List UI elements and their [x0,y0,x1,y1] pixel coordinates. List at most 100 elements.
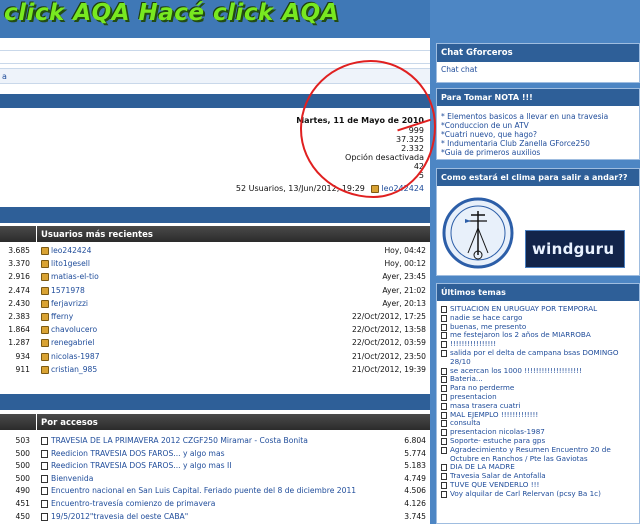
topic-icon [441,411,447,419]
chat-box: Chat Gforceros Chat chat [436,43,640,83]
topic-views: 5.774 [404,448,426,458]
topic-count: 450 [15,511,31,521]
recent-user-time: Ayer, 21:02 [382,285,426,295]
nota-link[interactable]: * Indumentaria Club Zanella GForce250 [441,139,635,148]
topic-row[interactable]: Encuentro-travesía comienzo de primavera [41,499,215,508]
user-post-count: 2.916 [8,272,30,282]
topic-row[interactable]: 19/5/2012"travesia del oeste CABA" [41,512,188,521]
user-icon [41,326,49,335]
accesos-panel: Por accesos 503 TRAVESIA DE LA PRIMAVERA … [0,414,430,524]
chat-title: Chat Gforceros [437,44,639,62]
recent-user-row[interactable]: nicolas-1987 [41,352,100,361]
tema-item[interactable]: Voy alquilar de Carl Relervan (pcsy Ba 1… [441,489,635,499]
recent-user-row[interactable]: renegabriel [41,338,94,348]
banner-text: click AQA Hacé click AQA [4,0,339,26]
recent-user-row[interactable]: leo242424 [41,246,91,255]
nota-link[interactable]: * Elementos basicos a llevar en una trav… [441,112,635,121]
topic-count: 490 [15,486,31,496]
recent-user-row[interactable]: cristian_985 [41,365,97,374]
chat-link[interactable]: Chat chat [441,65,477,74]
nota-link[interactable]: *Guia de primeros auxilios [441,148,635,157]
recent-user-link[interactable]: fferny [51,312,73,321]
recent-user-time: 21/Oct/2012, 19:39 [352,364,426,374]
nota-link[interactable]: *Cuatri nuevo, que hago? [441,130,635,139]
breadcrumb-text[interactable]: a [2,72,7,81]
recent-user-link[interactable]: renegabriel [51,338,94,347]
recent-user-link[interactable]: ferjavrizzi [51,299,88,308]
topic-icon [441,420,447,428]
recent-user-row[interactable]: ferjavrizzi [41,299,88,308]
weather-station-image[interactable] [441,193,515,271]
recent-user-row[interactable]: fferny [41,312,73,321]
topic-count: 451 [15,499,31,508]
site-banner: click AQA Hacé click AQA [0,0,430,38]
user-icon [41,260,49,269]
recent-user-row[interactable]: chavolucero [41,325,97,335]
recent-user-time: Ayer, 23:45 [382,272,426,282]
recent-user-row[interactable]: 1571978 [41,286,85,295]
tema-item[interactable]: salida por el delta de campana bsas DOMI… [441,348,635,367]
ultimos-temas-box: Últimos temas SITUACION EN URUGUAY POR T… [436,283,640,524]
topic-views: 3.745 [404,511,426,521]
windguru-banner[interactable]: windguru [525,230,625,268]
topic-icon [441,385,447,393]
accesos-heading: Por accesos [37,414,430,430]
recent-user-time: Ayer, 20:13 [382,298,426,308]
topic-icon [41,474,48,483]
section-bar-users [0,207,430,223]
nota-box: Para Tomar NOTA !!! * Elementos basicos … [436,88,640,160]
user-post-count: 934 [15,351,31,361]
tema-item[interactable]: Agradecimiento y Resumen Encuentro 20 de… [441,445,635,464]
topic-views: 5.183 [404,461,426,471]
topic-row[interactable]: Reedicion TRAVESIA DOS FAROS... y algo m… [41,461,231,471]
recent-user-link[interactable]: chavolucero [51,325,97,334]
recent-user-time: 22/Oct/2012, 03:59 [352,338,426,348]
topic-link[interactable]: Reedicion TRAVESIA DOS FAROS... y algo m… [51,449,225,458]
recent-user-link[interactable]: lito1gesell [51,259,90,268]
user-icon [41,365,49,374]
topic-icon [41,487,48,496]
user-icon [41,286,49,295]
recent-user-link[interactable]: leo242424 [51,246,91,255]
topic-icon [441,306,447,313]
topic-icon [441,393,447,401]
user-icon [41,247,49,255]
topic-icon [41,500,48,508]
topic-row[interactable]: Bienvenida [41,474,93,483]
topic-views: 4.506 [404,486,426,496]
user-post-count: 3.370 [8,259,30,269]
topic-count: 500 [15,473,31,483]
topic-icon [41,437,48,445]
recent-user-row[interactable]: lito1gesell [41,259,90,269]
recent-user-link[interactable]: cristian_985 [51,365,97,374]
topic-icon [441,446,447,454]
topic-count: 500 [15,448,31,458]
topic-link[interactable]: Bienvenida [51,474,93,483]
user-icon [41,273,49,282]
topic-link[interactable]: Encuentro nacional en San Luis Capital. … [51,486,356,495]
topic-row[interactable]: Reedicion TRAVESIA DOS FAROS... y algo m… [41,449,225,458]
topic-link[interactable]: Reedicion TRAVESIA DOS FAROS... y algo m… [51,461,231,470]
user-icon [41,299,49,308]
topic-row[interactable]: TRAVESIA DE LA PRIMAVERA 2012 CZGF250 Mi… [41,436,308,445]
recent-user-link[interactable]: matias-el-tio [51,272,99,281]
recent-user-row[interactable]: matias-el-tio [41,272,99,282]
topic-views: 4.126 [404,499,426,508]
topic-icon [441,437,447,445]
topic-row[interactable]: Encuentro nacional en San Luis Capital. … [41,486,356,496]
topic-link[interactable]: TRAVESIA DE LA PRIMAVERA 2012 CZGF250 Mi… [51,436,308,445]
tema-link[interactable]: Voy alquilar de Carl Relervan (pcsy Ba 1… [450,489,601,499]
user-post-count: 2.474 [8,285,30,295]
recent-left-head [0,226,36,242]
recent-user-link[interactable]: 1571978 [51,286,85,295]
topic-link[interactable]: Encuentro-travesía comienzo de primavera [51,499,215,508]
user-icon [41,313,49,321]
tema-link[interactable]: salida por el delta de campana bsas DOMI… [450,348,635,367]
tema-link[interactable]: Agradecimiento y Resumen Encuentro 20 de… [450,445,635,464]
recent-user-link[interactable]: nicolas-1987 [51,352,100,361]
topic-icon [41,449,48,458]
red-circle-annotation [300,60,436,198]
topic-link[interactable]: 19/5/2012"travesia del oeste CABA" [51,512,188,521]
topic-count: 500 [15,461,31,471]
nota-link[interactable]: *Conduccion de un ATV [441,121,635,130]
